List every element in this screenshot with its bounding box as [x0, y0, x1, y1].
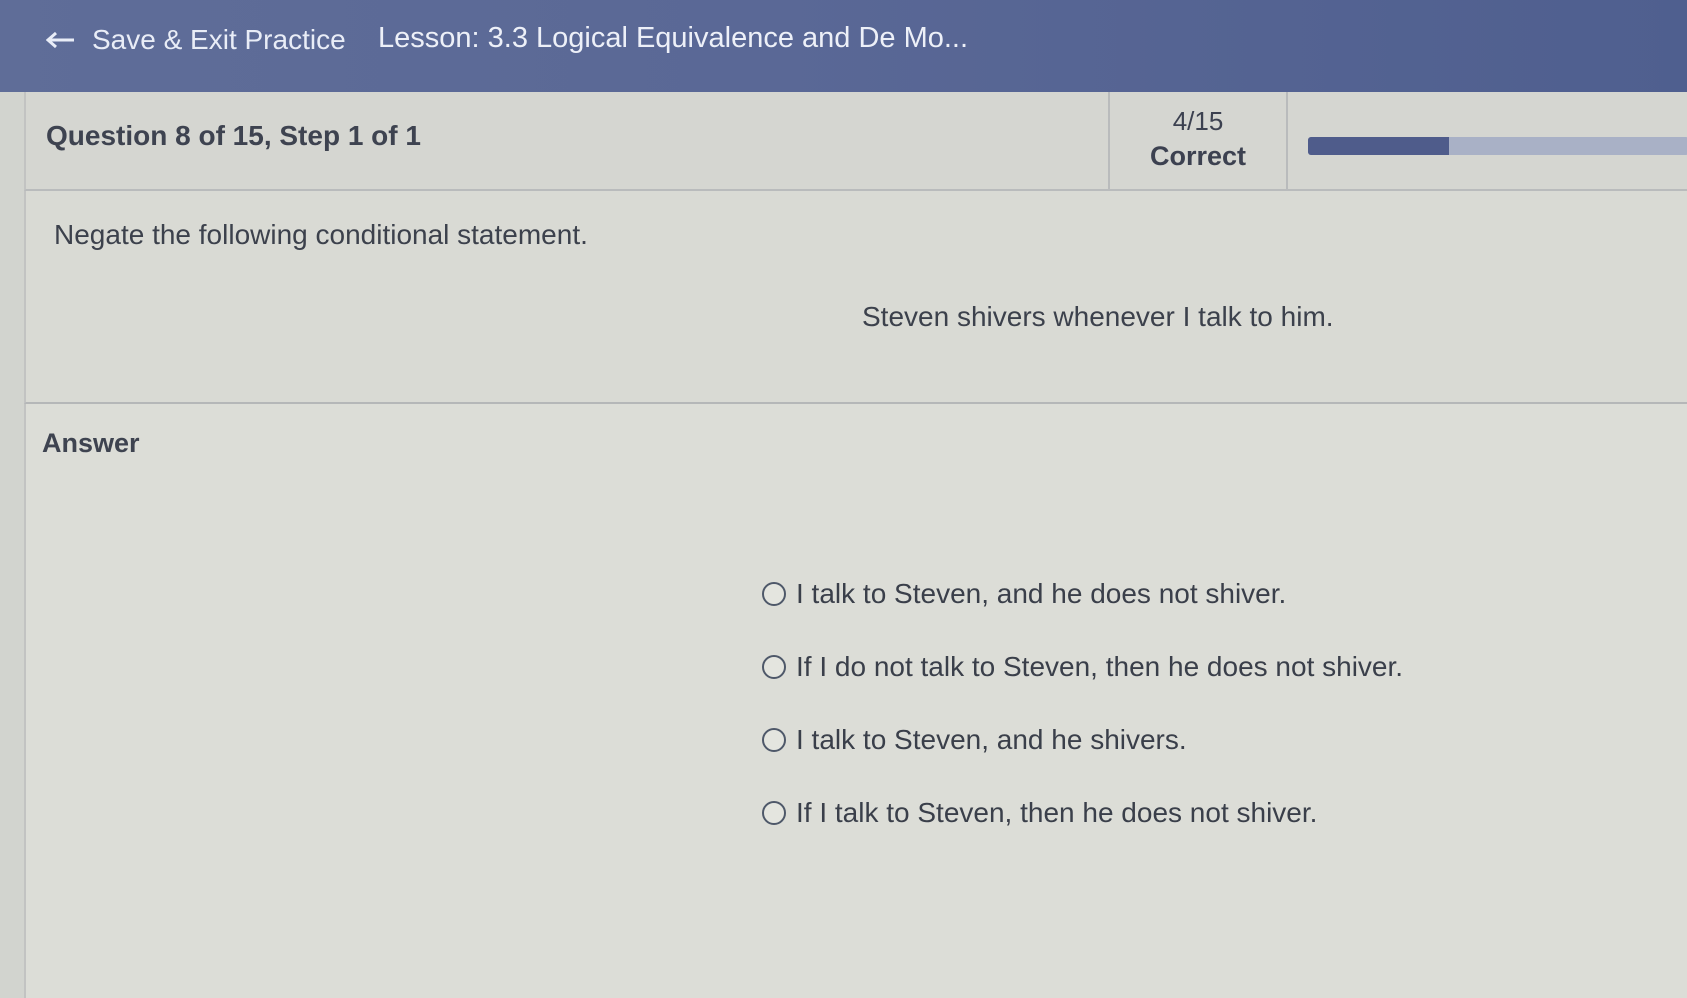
- answer-option-1[interactable]: I talk to Steven, and he does not shiver…: [762, 574, 1403, 614]
- top-bar: Save & Exit Practice Lesson: 3.3 Logical…: [0, 0, 1687, 92]
- answer-option-text: I talk to Steven, and he does not shiver…: [796, 578, 1287, 609]
- progress-bar: [1308, 137, 1687, 155]
- answer-option-text: If I do not talk to Steven, then he does…: [796, 651, 1404, 682]
- radio-button[interactable]: [762, 582, 786, 606]
- answer-options: I talk to Steven, and he does not shiver…: [762, 574, 1403, 866]
- score-count: 4/15: [1172, 106, 1224, 136]
- question-step-label: Question 8 of 15, Step 1 of 1: [46, 120, 421, 151]
- save-exit-button[interactable]: Save & Exit Practice: [46, 20, 346, 60]
- question-area: Negate the following conditional stateme…: [24, 191, 1687, 404]
- score-box: 4/15 Correct: [1108, 92, 1288, 191]
- answer-label: Answer: [42, 428, 140, 458]
- conditional-statement: Steven shivers whenever I talk to him.: [862, 301, 1334, 332]
- question-header: Question 8 of 15, Step 1 of 1 4/15 Corre…: [24, 92, 1687, 191]
- answer-option-3[interactable]: I talk to Steven, and he shivers.: [762, 720, 1403, 760]
- radio-button[interactable]: [762, 728, 786, 752]
- radio-button[interactable]: [762, 801, 786, 825]
- lesson-title: Lesson: 3.3 Logical Equivalence and De M…: [378, 22, 969, 54]
- answer-option-2[interactable]: If I do not talk to Steven, then he does…: [762, 647, 1403, 687]
- progress-bar-fill: [1308, 137, 1449, 155]
- arrow-left-icon: [46, 31, 74, 49]
- question-prompt: Negate the following conditional stateme…: [54, 219, 588, 250]
- radio-button[interactable]: [762, 655, 786, 679]
- answer-option-text: I talk to Steven, and he shivers.: [796, 724, 1187, 755]
- score-label: Correct: [1149, 141, 1247, 171]
- save-exit-label: Save & Exit Practice: [92, 24, 346, 55]
- answer-option-4[interactable]: If I talk to Steven, then he does not sh…: [762, 793, 1403, 833]
- answer-option-text: If I talk to Steven, then he does not sh…: [796, 797, 1318, 828]
- answer-area: Answer I talk to Steven, and he does not…: [24, 404, 1687, 998]
